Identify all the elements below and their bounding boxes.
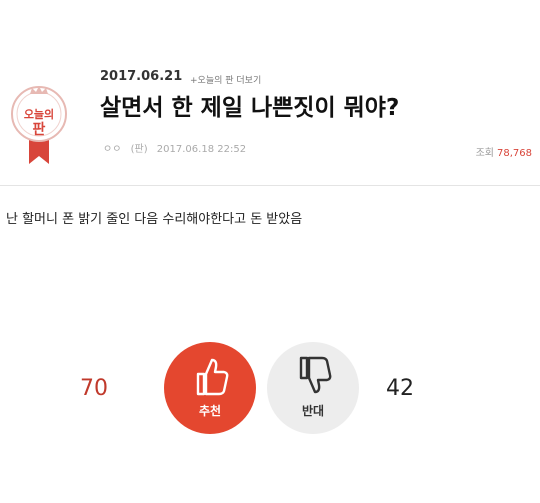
post-timestamp: 2017.06.18 22:52 xyxy=(156,144,247,155)
page-title: 살면서 한 제일 나쁜짓이 뭐야? xyxy=(100,95,400,121)
views-label: 조회 xyxy=(475,148,494,159)
today-pan-badge: 오늘의 판 xyxy=(8,78,70,168)
badge-line2: 판 xyxy=(32,122,46,138)
divider xyxy=(0,185,540,186)
post-body: 난 할머니 폰 밝기 줄인 다음 수리해야한다고 돈 받았음 xyxy=(6,212,303,227)
upvote-count: 70 xyxy=(80,376,108,401)
post-date: 2017.06.21 xyxy=(100,69,183,84)
more-today-pan-link[interactable]: +오늘의 판 더보기 xyxy=(190,73,261,86)
post-source: (판) xyxy=(130,144,148,155)
upvote-button[interactable]: 추천 xyxy=(164,342,256,434)
downvote-count: 42 xyxy=(386,376,414,401)
post-meta: ㅇㅇ (판) 2017.06.18 22:52 xyxy=(103,140,252,155)
thumbs-up-icon xyxy=(196,358,229,396)
views-count: 78,768 xyxy=(497,148,532,159)
downvote-label: 반대 xyxy=(301,404,325,418)
downvote-button[interactable]: 반대 xyxy=(267,342,359,434)
upvote-label: 추천 xyxy=(198,404,222,418)
post-author: ㅇㅇ xyxy=(103,144,122,155)
view-count: 조회 78,768 xyxy=(476,144,532,159)
thumbs-down-icon xyxy=(299,356,332,394)
